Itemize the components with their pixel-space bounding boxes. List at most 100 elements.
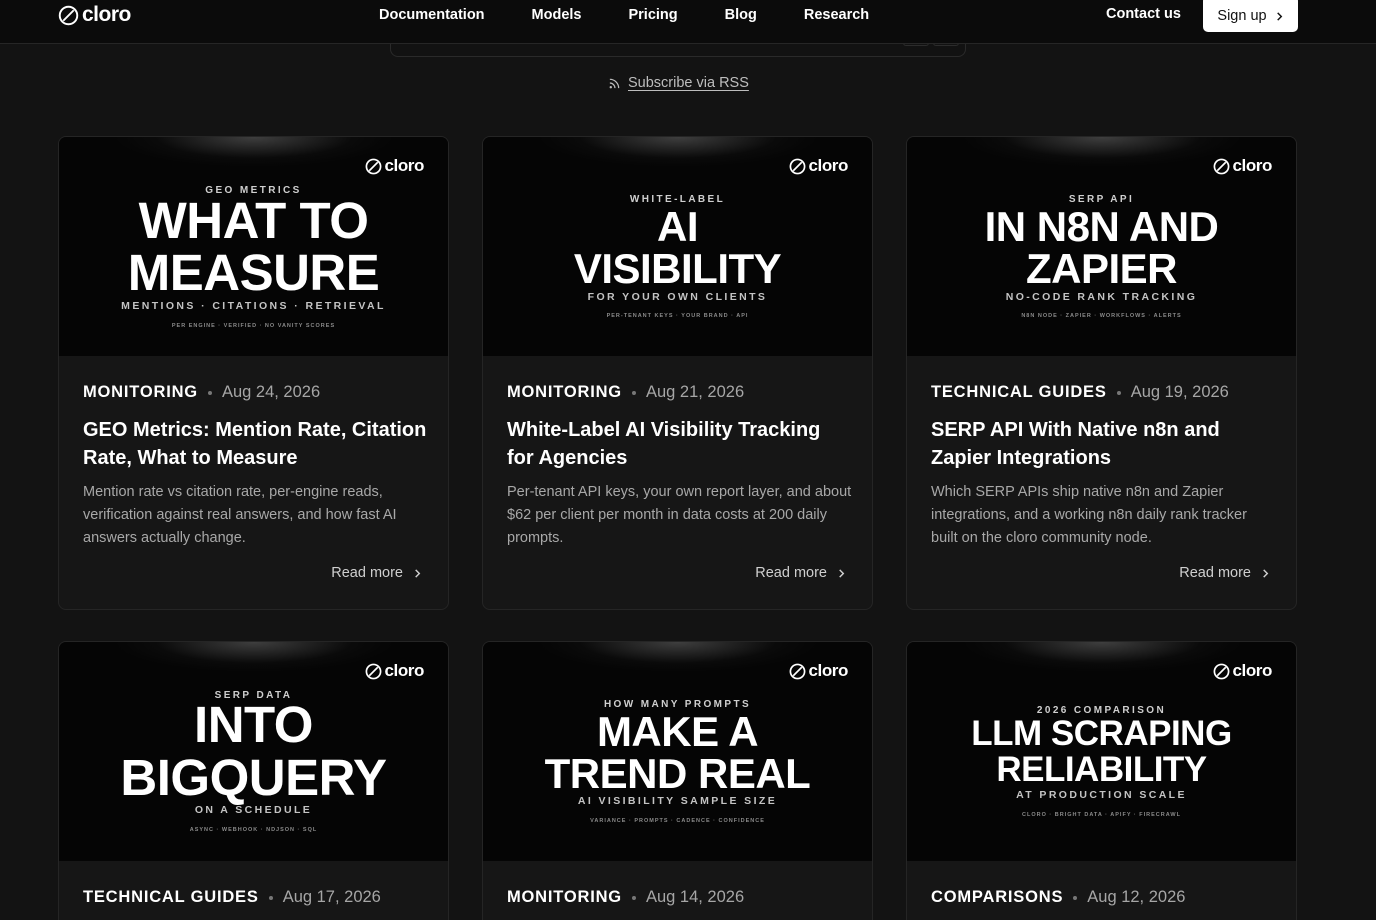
post-description: Mention rate vs citation rate, per-engin… xyxy=(83,484,397,546)
post-meta: MONITORING Aug 14, 2026 xyxy=(507,888,744,907)
blog-post-card[interactable]: cloro GEO METRICS WHAT TO MEASURE MENTIO… xyxy=(58,136,449,610)
post-category[interactable]: MONITORING xyxy=(507,888,622,907)
cover-logo: cloro xyxy=(1213,156,1272,176)
blog-post-card[interactable]: cloro 2026 COMPARISON LLM SCRAPING RELIA… xyxy=(906,641,1297,920)
cover-brand: cloro xyxy=(808,661,848,680)
post-date: Aug 17, 2026 xyxy=(282,888,381,906)
signup-button[interactable]: Sign up xyxy=(1203,0,1298,32)
signup-label: Sign up xyxy=(1217,8,1267,24)
chevron-right-icon xyxy=(1263,568,1269,578)
nav-link-models[interactable]: Models xyxy=(532,6,582,24)
brand-logo[interactable]: cloro xyxy=(58,3,131,27)
cover-subline: FOR YOUR OWN CLIENTS xyxy=(587,291,768,303)
cover-headline-line: MEASURE xyxy=(127,244,380,301)
post-category[interactable]: MONITORING xyxy=(83,383,198,402)
post-cover-image: cloro GEO METRICS WHAT TO MEASURE MENTIO… xyxy=(59,137,448,356)
contact-link[interactable]: Contact us xyxy=(1106,6,1181,22)
separator-dot xyxy=(631,390,636,395)
post-date: Aug 21, 2026 xyxy=(645,383,745,401)
post-title[interactable]: SERP API With Native n8n and Zapier Inte… xyxy=(931,416,1276,472)
cover-headline-line: TREND REAL xyxy=(544,750,811,797)
post-description: Per-tenant API keys, your own report lay… xyxy=(507,484,852,546)
cover-logo: cloro xyxy=(789,156,848,176)
nav-link-research[interactable]: Research xyxy=(804,6,869,24)
cover-subline: MENTIONS · CITATIONS · RETRIEVAL xyxy=(121,300,386,312)
post-cover-image: cloro SERP API IN N8N AND ZAPIER NO-CODE… xyxy=(907,137,1296,356)
post-category[interactable]: MONITORING xyxy=(507,383,622,402)
cover-brand: cloro xyxy=(808,156,848,175)
blog-post-card[interactable]: cloro SERP DATA INTO BIGQUERY ON A SCHED… xyxy=(58,641,449,920)
cover-headline-line: WHAT TO xyxy=(138,192,369,249)
post-meta: MONITORING Aug 21, 2026 xyxy=(507,383,744,402)
post-date: Aug 14, 2026 xyxy=(645,888,745,906)
read-more-link[interactable]: Read more xyxy=(1179,565,1270,581)
post-category[interactable]: COMPARISONS xyxy=(931,888,1063,907)
cloro-logo-icon xyxy=(366,663,382,679)
post-cover-image: cloro HOW MANY PROMPTS MAKE A TREND REAL… xyxy=(483,642,872,861)
chevron-right-icon xyxy=(839,568,845,578)
separator-dot xyxy=(268,895,273,900)
cloro-logo-icon xyxy=(366,158,382,174)
cover-subline: AT PRODUCTION SCALE xyxy=(1016,789,1187,801)
read-more-label: Read more xyxy=(755,565,827,581)
post-date: Aug 19, 2026 xyxy=(1130,383,1229,401)
cover-tags: PER ENGINE · VERIFIED · NO VANITY SCORES xyxy=(171,323,336,329)
brand-name: cloro xyxy=(82,3,131,26)
blog-post-card[interactable]: cloro WHITE-LABEL AI VISIBILITY FOR YOUR… xyxy=(482,136,873,610)
cover-brand: cloro xyxy=(384,661,424,680)
cover-headline-line: BIGQUERY xyxy=(120,749,387,806)
cover-tags: VARIANCE · PROMPTS · CADENCE · CONFIDENC… xyxy=(590,818,765,824)
cover-headline-line: VISIBILITY xyxy=(573,245,782,292)
blog-post-card[interactable]: cloro HOW MANY PROMPTS MAKE A TREND REAL… xyxy=(482,641,873,920)
read-more-label: Read more xyxy=(1179,565,1251,581)
separator-dot xyxy=(631,895,636,900)
cover-subline: NO-CODE RANK TRACKING xyxy=(1005,291,1198,303)
cover-headline-line: LLM SCRAPING xyxy=(971,714,1232,753)
cover-headline-line: AI xyxy=(657,203,699,250)
cover-headline-line: RELIABILITY xyxy=(996,750,1207,789)
nav-link-documentation[interactable]: Documentation xyxy=(379,6,485,24)
post-meta: COMPARISONS Aug 12, 2026 xyxy=(931,888,1185,907)
cover-subline: AI VISIBILITY SAMPLE SIZE xyxy=(577,795,778,807)
separator-dot xyxy=(1073,895,1078,900)
read-more-link[interactable]: Read more xyxy=(755,565,846,581)
cover-logo: cloro xyxy=(365,661,424,681)
post-meta: TECHNICAL GUIDES Aug 17, 2026 xyxy=(83,888,381,907)
cover-headline-line: ZAPIER xyxy=(1025,245,1178,292)
read-more-link[interactable]: Read more xyxy=(331,565,422,581)
cover-logo: cloro xyxy=(789,661,848,681)
post-category[interactable]: TECHNICAL GUIDES xyxy=(83,888,259,907)
cover-headline-line: IN N8N AND xyxy=(984,203,1219,250)
chevron-right-icon xyxy=(1276,11,1282,21)
nav-link-blog[interactable]: Blog xyxy=(725,6,757,24)
cover-tags: PER-TENANT KEYS · YOUR BRAND · API xyxy=(606,313,749,319)
cover-brand: cloro xyxy=(1232,661,1272,680)
rss-icon xyxy=(609,78,620,88)
post-description: Which SERP APIs ship native n8n and Zapi… xyxy=(931,484,1247,546)
post-meta: MONITORING Aug 24, 2026 xyxy=(83,383,320,402)
separator-dot xyxy=(1116,390,1121,395)
rss-subscribe-link[interactable]: Subscribe via RSS xyxy=(608,75,749,91)
post-cover-image: cloro WHITE-LABEL AI VISIBILITY FOR YOUR… xyxy=(483,137,872,356)
cover-logo: cloro xyxy=(365,156,424,176)
cover-logo: cloro xyxy=(1213,661,1272,681)
post-title[interactable]: White-Label AI Visibility Tracking for A… xyxy=(507,416,852,472)
cloro-logo-icon xyxy=(790,663,806,679)
post-meta: TECHNICAL GUIDES Aug 19, 2026 xyxy=(931,383,1229,402)
separator-dot xyxy=(207,390,212,395)
cloro-logo-icon xyxy=(1214,663,1230,679)
nav-link-pricing[interactable]: Pricing xyxy=(628,6,677,24)
post-date: Aug 12, 2026 xyxy=(1087,888,1186,906)
post-title[interactable]: GEO Metrics: Mention Rate, Citation Rate… xyxy=(83,416,428,472)
blog-post-card[interactable]: cloro SERP API IN N8N AND ZAPIER NO-CODE… xyxy=(906,136,1297,610)
chevron-right-icon xyxy=(415,568,421,578)
cloro-logo-icon xyxy=(58,5,79,25)
post-date: Aug 24, 2026 xyxy=(221,383,321,401)
top-nav: cloro Documentation Models Pricing Blog … xyxy=(0,0,1376,44)
post-category[interactable]: TECHNICAL GUIDES xyxy=(931,383,1107,402)
cover-tags: N8N NODE · ZAPIER · WORKFLOWS · ALERTS xyxy=(1021,313,1182,319)
post-cover-image: cloro 2026 COMPARISON LLM SCRAPING RELIA… xyxy=(907,642,1296,861)
cover-brand: cloro xyxy=(384,156,424,175)
cover-brand: cloro xyxy=(1232,156,1272,175)
cover-subline: ON A SCHEDULE xyxy=(194,804,313,816)
